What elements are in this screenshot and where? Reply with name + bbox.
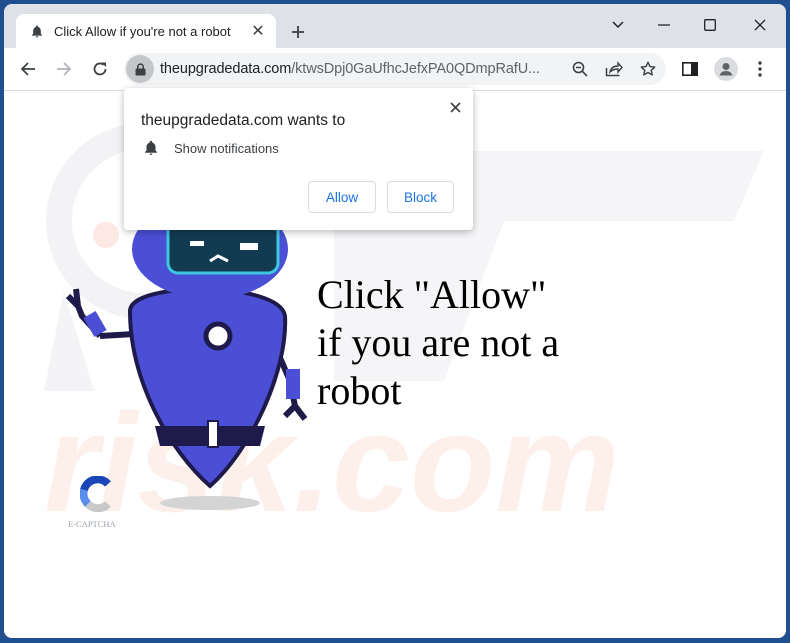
robot-body	[127, 287, 288, 489]
permission-row: Show notifications	[144, 140, 279, 156]
side-panel-button[interactable]	[678, 57, 702, 81]
captcha-label: E-CAPTCHA	[68, 519, 116, 529]
bell-icon	[30, 24, 44, 38]
popup-title: theupgradedata.com wants to	[141, 112, 346, 129]
forward-arrow-icon	[57, 62, 72, 76]
minimize-button[interactable]	[644, 12, 684, 38]
tab-close-icon[interactable]: ✕	[248, 21, 268, 41]
allow-button[interactable]: Allow	[308, 181, 376, 213]
url-path: /ktwsDpj0GaUfhcJefxPA0QDmpRafU...	[291, 61, 540, 77]
maximize-button[interactable]	[690, 12, 730, 38]
popup-close-button[interactable]	[444, 96, 466, 118]
permission-label: Show notifications	[174, 140, 279, 156]
minimize-icon	[658, 24, 670, 26]
bell-icon	[145, 140, 157, 155]
robot-illustration	[65, 221, 308, 510]
captcha-logo-icon	[79, 475, 111, 513]
bookmark-button[interactable]	[636, 57, 660, 81]
share-button[interactable]	[602, 57, 626, 81]
browser-window: Click Allow if you're not a robot ✕ theu…	[4, 4, 786, 638]
tab-search-button[interactable]	[598, 12, 638, 38]
reload-icon	[93, 62, 107, 76]
active-tab[interactable]: Click Allow if you're not a robot ✕	[16, 14, 276, 48]
more-menu-icon	[758, 61, 762, 77]
robot-buckle	[207, 420, 219, 448]
browser-toolbar: theupgradedata.com/ktwsDpj0GaUfhcJefxPA0…	[4, 48, 786, 91]
forward-button[interactable]	[50, 55, 78, 83]
profile-button[interactable]	[714, 57, 738, 81]
more-menu-button[interactable]	[748, 57, 772, 81]
block-button[interactable]: Block	[387, 181, 454, 213]
robot-shadow	[160, 496, 260, 510]
headline-line-3: robot	[317, 368, 402, 413]
new-tab-button[interactable]	[286, 20, 310, 44]
notification-permission-popup: theupgradedata.com wants to Show notific…	[124, 88, 473, 230]
plus-icon	[292, 26, 304, 38]
headline: Click "Allow" if you are not a robot	[317, 271, 617, 415]
close-icon	[754, 19, 766, 31]
close-window-button[interactable]	[740, 12, 780, 38]
side-panel-icon	[682, 62, 698, 76]
headline-line-1: Click "Allow"	[317, 272, 547, 317]
back-button[interactable]	[14, 55, 42, 83]
headline-line-2: if you are not a	[317, 320, 560, 365]
url-host: theupgradedata.com	[160, 61, 292, 77]
maximize-icon	[704, 19, 716, 31]
zoom-out-icon	[572, 61, 588, 77]
site-info-button[interactable]	[126, 55, 154, 83]
close-icon	[449, 101, 461, 113]
captcha-badge: E-CAPTCHA	[66, 475, 136, 529]
chevron-down-icon	[612, 21, 624, 29]
url-text[interactable]: theupgradedata.com/ktwsDpj0GaUfhcJefxPA0…	[160, 61, 540, 77]
tab-strip: Click Allow if you're not a robot ✕	[4, 4, 786, 48]
profile-avatar-icon	[714, 57, 738, 81]
robot-chest-light	[203, 321, 233, 351]
reload-button[interactable]	[86, 55, 114, 83]
zoom-button[interactable]	[568, 57, 592, 81]
share-icon	[605, 61, 623, 77]
star-icon	[640, 61, 656, 76]
back-arrow-icon	[20, 62, 35, 76]
lock-icon	[135, 62, 145, 75]
address-bar[interactable]: theupgradedata.com/ktwsDpj0GaUfhcJefxPA0…	[124, 53, 666, 85]
tab-title: Click Allow if you're not a robot	[54, 23, 231, 39]
